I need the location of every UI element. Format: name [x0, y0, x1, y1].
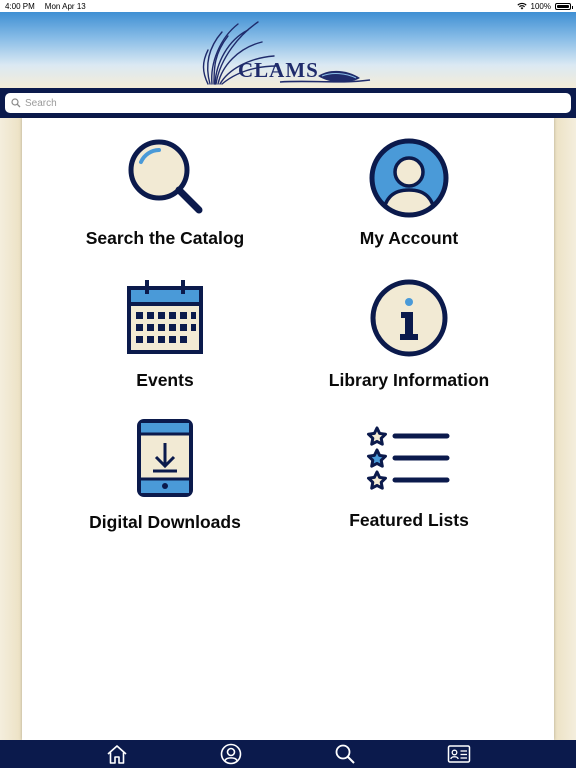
wifi-icon	[516, 3, 527, 10]
calendar-icon	[127, 280, 203, 354]
user-avatar-icon	[369, 138, 449, 218]
tile-label: Search the Catalog	[85, 228, 245, 248]
search-input[interactable]	[25, 97, 545, 109]
info-icon	[370, 279, 448, 357]
tab-account[interactable]	[219, 742, 243, 766]
tab-search[interactable]	[333, 742, 357, 766]
battery-icon	[555, 2, 573, 10]
library-card-icon	[447, 745, 471, 763]
tile-label: Digital Downloads	[89, 512, 241, 532]
tile-label: Featured Lists	[349, 510, 469, 530]
tile-featured-lists[interactable]: Featured Lists	[276, 418, 542, 558]
search-bar	[0, 88, 576, 118]
tile-my-account[interactable]: My Account	[276, 136, 542, 276]
home-icon	[107, 745, 127, 764]
search-icon	[11, 98, 21, 108]
account-icon	[220, 743, 242, 765]
left-border	[0, 118, 22, 740]
search-icon	[335, 744, 355, 764]
clams-logo: CLAMS	[200, 18, 376, 88]
tile-events[interactable]: Events	[32, 278, 298, 418]
star-list-icon	[367, 426, 450, 490]
tile-digital-downloads[interactable]: Digital Downloads	[32, 418, 298, 558]
search-box[interactable]	[5, 93, 571, 113]
status-time: 4:00 PM	[5, 1, 35, 11]
tile-library-information[interactable]: Library Information	[276, 278, 542, 418]
tab-home[interactable]	[105, 742, 129, 766]
right-border	[554, 118, 576, 740]
magnifier-icon	[128, 139, 203, 214]
main-panel: Search the Catalog My Account Events Lib…	[22, 118, 554, 740]
battery-percent: 100%	[530, 1, 551, 11]
logo-text: CLAMS	[238, 58, 319, 82]
tile-label: Library Information	[328, 370, 490, 390]
tab-library-card[interactable]	[447, 742, 471, 766]
tile-label: Events	[136, 370, 194, 390]
status-date: Mon Apr 13	[44, 1, 86, 11]
tile-label: My Account	[359, 228, 459, 248]
tablet-download-icon	[137, 419, 193, 497]
tile-search-catalog[interactable]: Search the Catalog	[32, 136, 298, 276]
status-bar: 4:00 PM Mon Apr 13 100%	[0, 0, 576, 12]
app-header: CLAMS	[0, 12, 576, 88]
bottom-tab-bar	[0, 740, 576, 768]
